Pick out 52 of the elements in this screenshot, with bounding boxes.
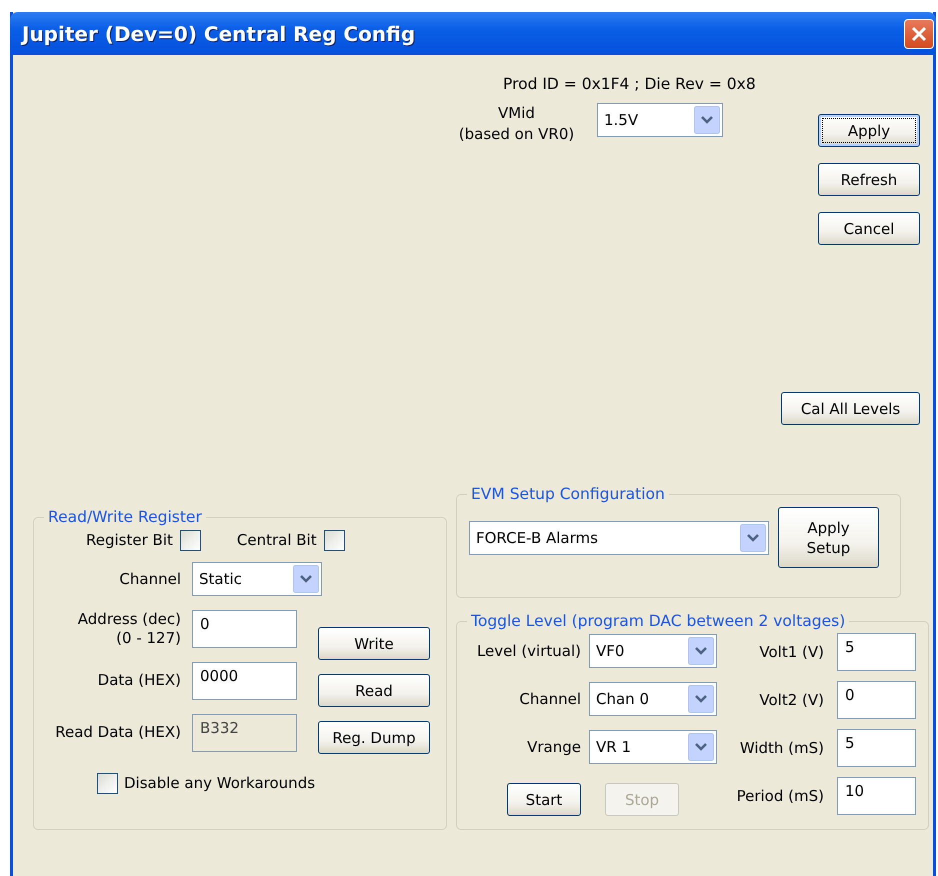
- chevron-icon: [293, 565, 319, 594]
- register-button[interactable]: Read: [318, 674, 430, 707]
- chevron-icon: [688, 685, 714, 713]
- field-label: Level (virtual): [476, 642, 581, 660]
- field-label: Data (HEX): [96, 671, 181, 690]
- input-field[interactable]: 5: [837, 729, 916, 767]
- dialog-button[interactable]: Refresh: [818, 163, 920, 196]
- group-title: Toggle Level (program DAC between 2 voltages): [470, 612, 846, 630]
- field-label: Channel: [518, 690, 581, 708]
- checkbox[interactable]: [324, 530, 345, 551]
- input-field[interactable]: 0: [192, 610, 297, 648]
- input-field[interactable]: 0: [837, 681, 916, 719]
- dropdown[interactable]: FORCE-B Alarms: [469, 520, 769, 554]
- field-label: Vrange: [526, 738, 581, 756]
- dropdown[interactable]: Static: [192, 562, 322, 596]
- window-title: Jupiter (Dev=0) Central Reg Config: [22, 22, 416, 46]
- device-info: Prod ID = 0x1F4 ; Die Rev = 0x8: [503, 75, 757, 93]
- dropdown[interactable]: VR 1: [589, 730, 717, 764]
- close-icon: [911, 26, 927, 42]
- chevron-icon: [688, 733, 714, 761]
- checkbox[interactable]: [97, 773, 118, 794]
- checkbox-label: Central Bit: [236, 531, 317, 550]
- chevron-icon: [694, 106, 720, 134]
- dropdown[interactable]: 1.5V: [597, 103, 723, 137]
- toggle-button[interactable]: Start: [507, 783, 581, 816]
- dialog-button[interactable]: Cancel: [818, 212, 920, 245]
- group-title: Read/Write Register: [47, 508, 203, 526]
- register-button[interactable]: Reg. Dump: [318, 721, 430, 754]
- chevron-icon: [688, 637, 714, 665]
- chevron-icon: [740, 524, 766, 552]
- input-field[interactable]: 0000: [192, 662, 297, 700]
- apply-setup-button[interactable]: Apply Setup: [778, 507, 879, 568]
- field-label: Channel: [118, 570, 181, 589]
- register-button[interactable]: Write: [318, 627, 430, 660]
- close-button[interactable]: [904, 18, 934, 48]
- dropdown[interactable]: VF0: [589, 634, 717, 668]
- checkbox-label: Disable any Workarounds: [124, 774, 316, 793]
- field-label: Width (mS): [738, 738, 824, 758]
- input-field[interactable]: 5: [837, 633, 916, 671]
- group-title: EVM Setup Configuration: [470, 485, 666, 503]
- field-label: Volt1 (V): [758, 642, 824, 662]
- dropdown[interactable]: Chan 0: [589, 682, 717, 716]
- field-label: Volt2 (V): [758, 690, 824, 710]
- checkbox-label: Register Bit: [86, 531, 173, 550]
- vmid-label: VMid (based on VR0): [458, 103, 576, 145]
- field-label: Period (mS): [736, 786, 824, 806]
- field-label: Read Data (HEX): [54, 723, 181, 742]
- field-label: Address (dec) (0 - 127): [76, 610, 181, 648]
- checkbox[interactable]: [180, 530, 201, 551]
- dialog-button[interactable]: Apply: [818, 114, 920, 147]
- input-field[interactable]: 10: [837, 777, 916, 815]
- cal-all-levels-button[interactable]: Cal All Levels: [781, 392, 920, 425]
